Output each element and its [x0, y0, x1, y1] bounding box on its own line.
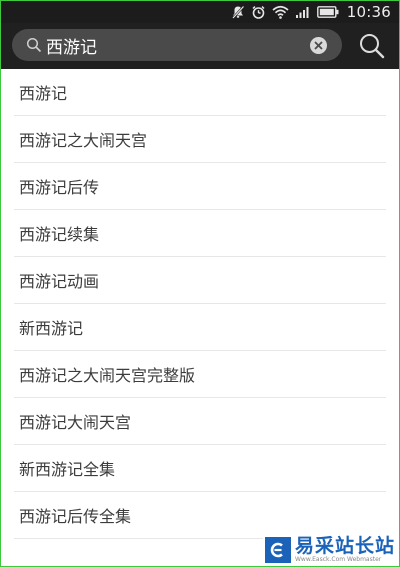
suggestion-label: 西游记之大闹天宫完整版	[19, 366, 196, 385]
battery-icon	[316, 6, 339, 18]
suggestion-label: 西游记	[19, 84, 68, 103]
status-bar: 10:36	[1, 1, 399, 23]
suggestion-item[interactable]: 西游记动画	[14, 257, 386, 304]
suggestion-label: 西游记后传全集	[19, 507, 132, 526]
watermark-name: 易采站长站	[295, 534, 396, 557]
search-icon[interactable]	[357, 31, 387, 61]
suggestion-label: 新西游记	[19, 319, 84, 338]
suggestion-label: 西游记后传	[19, 178, 100, 197]
search-input[interactable]	[46, 32, 306, 58]
suggestion-item[interactable]: 西游记	[14, 69, 386, 116]
app-frame: 10:36 西游记 西游记 西游记之大闹天宫 西游记后传 西游记续集 西游记动画…	[0, 0, 400, 567]
suggestion-item[interactable]: 西游记之大闹天宫完整版	[14, 351, 386, 398]
suggestion-item[interactable]: 新西游记全集	[14, 445, 386, 492]
suggestion-label: 西游记大闹天宫	[19, 413, 132, 432]
suggestion-item[interactable]: 西游记后传	[14, 163, 386, 210]
suggestion-item[interactable]: 西游记后传全集	[14, 492, 386, 539]
clock-time: 10:36	[346, 3, 391, 21]
suggestion-item[interactable]: 西游记之大闹天宫	[14, 116, 386, 163]
mute-icon	[231, 5, 245, 19]
suggestion-label: 西游记动画	[19, 272, 100, 291]
suggestion-label: 西游记之大闹天宫	[19, 131, 148, 150]
suggestion-item[interactable]: 西游记大闹天宫	[14, 398, 386, 445]
wifi-icon	[272, 5, 289, 19]
watermark: 易采站长站 Www.Easck.Com Webmaster	[263, 533, 399, 566]
magnifier-icon	[26, 37, 42, 53]
suggestion-label: 西游记续集	[19, 225, 100, 244]
watermark-text: 易采站长站 Www.Easck.Com Webmaster	[295, 534, 396, 563]
search-field[interactable]	[12, 29, 342, 61]
search-bar	[1, 23, 399, 69]
signal-icon	[295, 5, 311, 19]
suggestion-list: 西游记 西游记之大闹天宫 西游记后传 西游记续集 西游记动画 新西游记 西游记之…	[1, 69, 399, 539]
suggestion-item[interactable]: 新西游记	[14, 304, 386, 351]
watermark-logo-icon	[265, 536, 291, 563]
suggestion-label: 新西游记全集	[19, 460, 116, 479]
clear-icon[interactable]	[310, 37, 327, 54]
alarm-icon	[251, 5, 266, 20]
suggestion-item[interactable]: 西游记续集	[14, 210, 386, 257]
watermark-url: Www.Easck.Com Webmaster	[295, 555, 382, 563]
